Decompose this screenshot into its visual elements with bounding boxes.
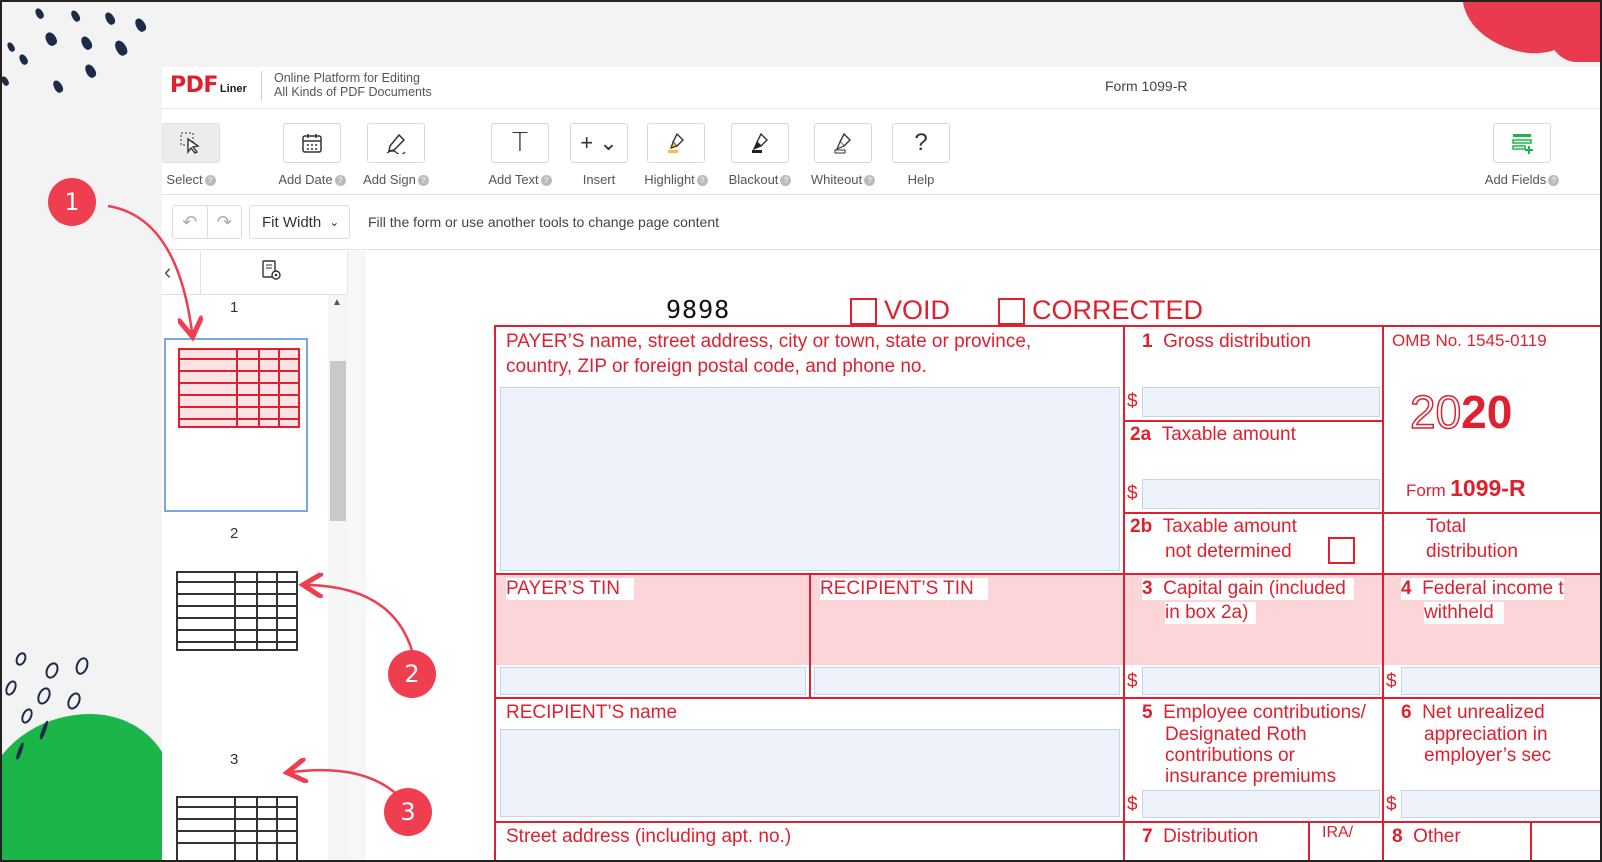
annotation-badge-2: 2 xyxy=(388,650,436,698)
annotation-badge-3: 3 xyxy=(384,788,432,836)
annotation-arrows xyxy=(107,204,416,805)
screenshot-frame: PDF Liner Online Platform for Editing Al… xyxy=(0,0,1602,862)
arrow-to-page-1 xyxy=(107,204,192,332)
arrow-to-page-2 xyxy=(308,585,416,659)
annotation-badge-1: 1 xyxy=(48,178,96,226)
